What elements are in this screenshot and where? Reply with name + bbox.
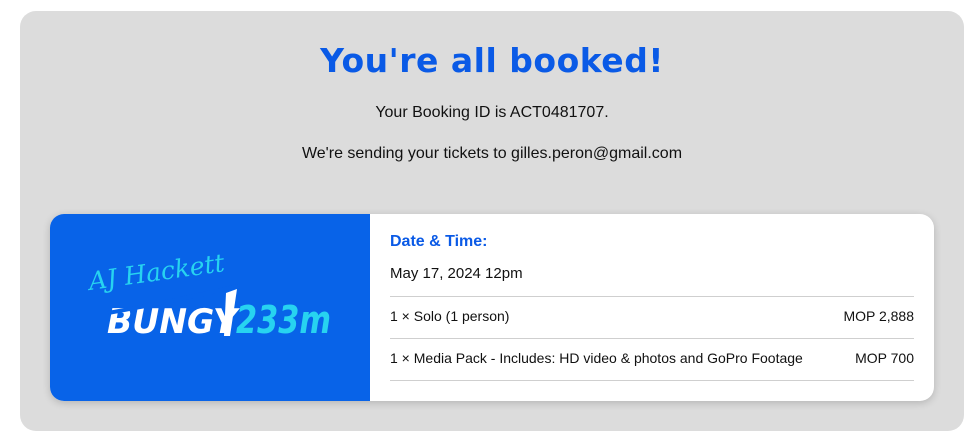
- ticket-email-text: We're sending your tickets to gilles.per…: [301, 145, 683, 162]
- logo-script-text: AJ Hackett: [85, 248, 227, 296]
- line-item: 1 × Solo (1 person) MOP 2,888: [390, 308, 914, 328]
- confirmation-headline: You're all booked!: [320, 41, 664, 80]
- aj-hackett-bungy-logo: AJ Hackett BUNGY 233m: [50, 214, 370, 401]
- confirmation-panel: You're all booked! Your Booking ID is AC…: [20, 11, 964, 431]
- divider: [390, 380, 914, 381]
- line-item-price: MOP 2,888: [843, 308, 914, 324]
- divider: [390, 338, 914, 339]
- line-item-description: 1 × Media Pack - Includes: HD video & ph…: [390, 350, 803, 366]
- divider: [390, 296, 914, 297]
- date-time-value: May 17, 2024 12pm: [390, 265, 523, 282]
- date-time-heading: Date & Time:: [390, 233, 488, 250]
- line-item-description: 1 × Solo (1 person): [390, 308, 510, 324]
- booking-id-text: Your Booking ID is ACT0481707.: [375, 104, 609, 121]
- line-item-price: MOP 700: [855, 350, 914, 366]
- booking-summary-card: AJ Hackett BUNGY 233m Date & Time: May 1…: [50, 214, 934, 401]
- booking-details: Date & Time: May 17, 2024 12pm 1 × Solo …: [390, 214, 914, 401]
- logo-height-text: 233m: [236, 298, 331, 342]
- bungy-logo-graphic: AJ Hackett BUNGY 233m: [85, 248, 331, 342]
- line-item: 1 × Media Pack - Includes: HD video & ph…: [390, 350, 914, 370]
